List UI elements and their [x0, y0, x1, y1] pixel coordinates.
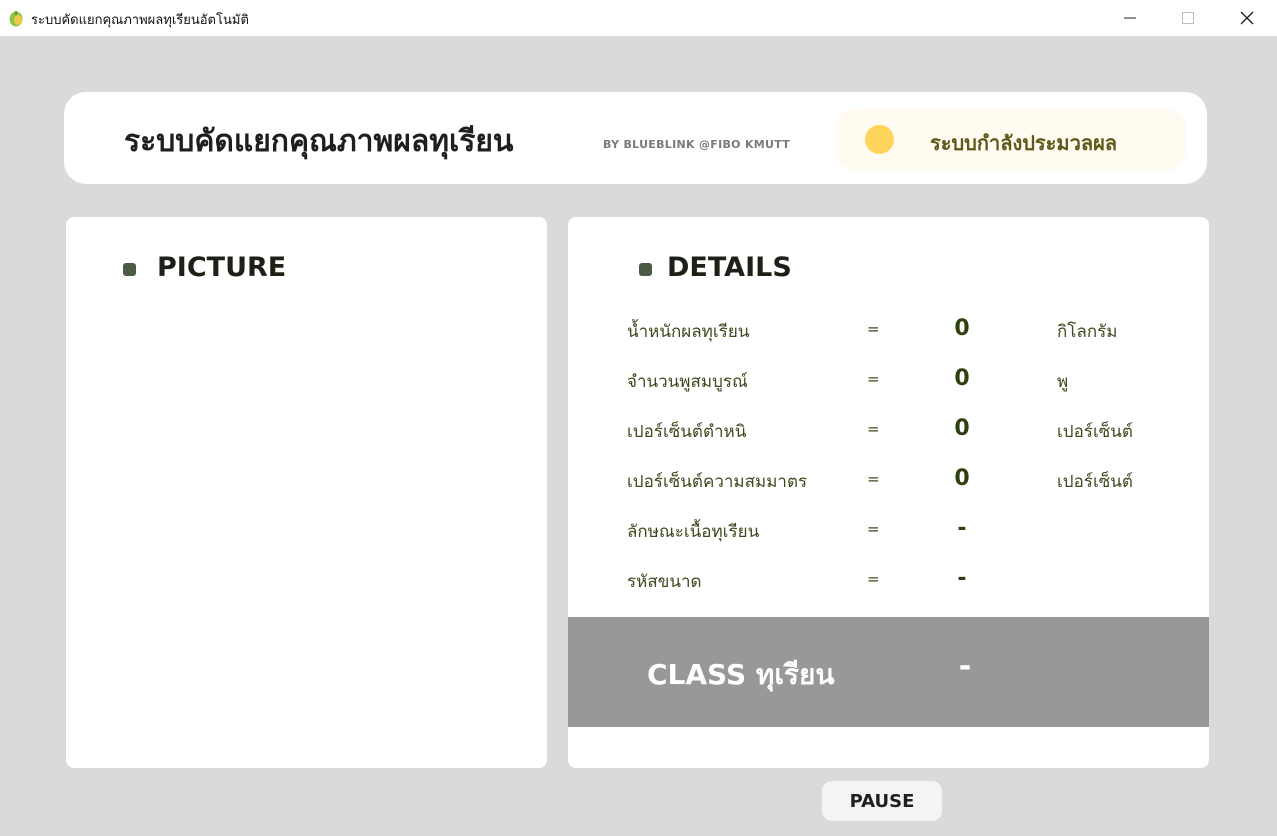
details-panel: DETAILS น้ำหนักผลทุเรียน = 0 กิโลกรัม จำ…	[568, 217, 1209, 768]
detail-value: -	[957, 566, 967, 591]
detail-equals: =	[867, 520, 880, 538]
app-title: ระบบคัดแยกคุณภาพผลทุเรียน	[124, 124, 514, 159]
detail-value: 0	[954, 316, 970, 341]
picture-panel: PICTURE	[66, 217, 547, 768]
detail-label: จำนวนพูสมบูรณ์	[627, 372, 748, 392]
detail-unit: พู	[1057, 372, 1069, 392]
detail-label: น้ำหนักผลทุเรียน	[627, 322, 750, 342]
section-bullet-icon	[639, 263, 652, 276]
close-button[interactable]	[1218, 0, 1276, 36]
detail-equals: =	[867, 370, 880, 388]
detail-label: เปอร์เซ็นต์ตำหนิ	[627, 422, 747, 442]
detail-label: รหัสขนาด	[627, 572, 702, 592]
detail-row-size-code: รหัสขนาด = -	[568, 566, 1209, 598]
detail-row-symmetry: เปอร์เซ็นต์ความสมมาตร = 0 เปอร์เซ็นต์	[568, 466, 1209, 498]
detail-unit: เปอร์เซ็นต์	[1057, 422, 1133, 442]
detail-row-defect: เปอร์เซ็นต์ตำหนิ = 0 เปอร์เซ็นต์	[568, 416, 1209, 448]
minimize-button[interactable]	[1101, 0, 1159, 36]
class-value: -	[958, 649, 972, 684]
maximize-icon	[1182, 12, 1194, 24]
status-text: ระบบกำลังประมวลผล	[930, 131, 1118, 155]
detail-row-weight: น้ำหนักผลทุเรียน = 0 กิโลกรัม	[568, 316, 1209, 348]
detail-row-lobes: จำนวนพูสมบูรณ์ = 0 พู	[568, 366, 1209, 398]
window-titlebar: ระบบคัดแยกคุณภาพผลทุเรียนอัตโนมัติ	[0, 0, 1277, 36]
detail-row-flesh: ลักษณะเนื้อทุเรียน = -	[568, 516, 1209, 548]
section-bullet-icon	[123, 263, 136, 276]
detail-label: เปอร์เซ็นต์ความสมมาตร	[627, 472, 808, 492]
pause-button[interactable]: PAUSE	[822, 781, 942, 821]
window-title: ระบบคัดแยกคุณภาพผลทุเรียนอัตโนมัติ	[31, 13, 249, 28]
maximize-button[interactable]	[1159, 0, 1217, 36]
class-label: CLASS ทุเรียน	[647, 658, 835, 691]
detail-label: ลักษณะเนื้อทุเรียน	[627, 522, 760, 542]
detail-equals: =	[867, 470, 880, 488]
detail-equals: =	[867, 420, 880, 438]
class-result-bar: CLASS ทุเรียน -	[568, 617, 1209, 727]
durian-leaf-icon	[9, 11, 23, 27]
header-card: ระบบคัดแยกคุณภาพผลทุเรียน BY BLUEBLINK @…	[64, 92, 1207, 184]
details-title: DETAILS	[667, 252, 792, 283]
status-dot-icon	[865, 125, 894, 154]
detail-unit: เปอร์เซ็นต์	[1057, 472, 1133, 492]
detail-value: 0	[954, 366, 970, 391]
detail-unit: กิโลกรัม	[1057, 322, 1118, 342]
picture-viewport	[86, 307, 527, 747]
close-icon	[1240, 11, 1254, 25]
status-indicator: ระบบกำลังประมวลผล	[836, 109, 1186, 170]
byline: BY BLUEBLINK @FIBO KMUTT	[603, 138, 791, 151]
minimize-icon	[1124, 17, 1136, 19]
detail-value: 0	[954, 466, 970, 491]
detail-value: 0	[954, 416, 970, 441]
detail-equals: =	[867, 320, 880, 338]
picture-title: PICTURE	[157, 252, 287, 283]
detail-equals: =	[867, 570, 880, 588]
detail-value: -	[957, 516, 967, 541]
